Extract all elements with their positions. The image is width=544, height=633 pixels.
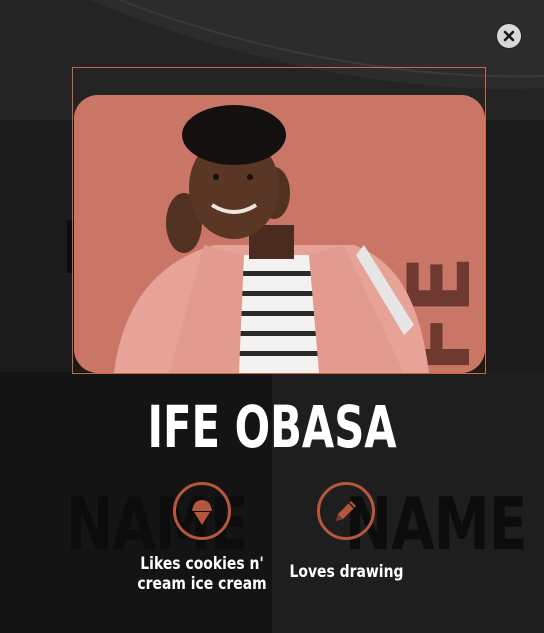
profile-photo-illustration: IFE <box>74 95 485 373</box>
fact-label-text: Likes cookies n' cream ice cream <box>137 554 267 594</box>
close-button[interactable] <box>497 24 521 48</box>
fact-item: Likes cookies n' cream ice cream <box>122 482 282 594</box>
close-icon <box>503 30 515 42</box>
fact-item: Loves drawing <box>266 482 426 582</box>
ice-cream-icon <box>192 500 212 525</box>
fact-label-text: Loves drawing <box>289 562 403 582</box>
fact-label: Likes cookies n' cream ice cream <box>122 554 282 594</box>
fact-icon-ring <box>317 482 375 540</box>
profile-photo: IFE <box>74 95 485 373</box>
profile-name: IFE OBASA <box>0 394 544 460</box>
pencil-icon <box>336 501 356 521</box>
fact-icon-ring <box>173 482 231 540</box>
profile-photo-frame: IFE <box>72 67 486 374</box>
fact-label: Loves drawing <box>266 562 426 582</box>
profile-name-text: IFE OBASA <box>147 393 397 461</box>
